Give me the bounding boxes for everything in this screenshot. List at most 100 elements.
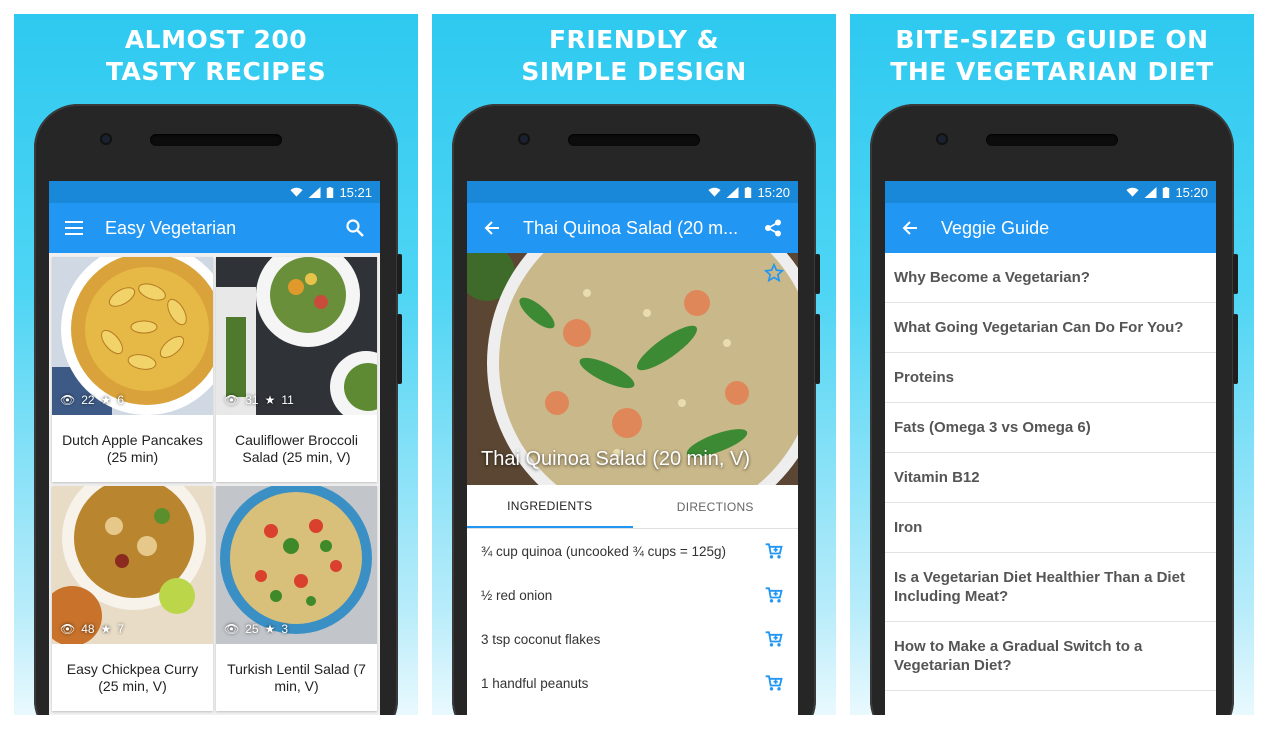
phone-screen: 15:20 Thai Quinoa Salad (20 m... Thai Qu… (467, 181, 798, 715)
front-camera (100, 133, 112, 145)
recipe-name: Dutch Apple Pancakes (25 min) (62, 431, 203, 465)
earpiece-speaker (150, 134, 282, 146)
wifi-icon (708, 187, 721, 197)
phone-frame: 15:21 Easy Vegetarian 👁 22 ★ 6 Dutch App… (34, 104, 402, 715)
promo-panel-recipes: ALMOST 200 TASTY RECIPES 15:21 Easy Vege… (14, 14, 418, 715)
search-icon[interactable] (344, 217, 366, 239)
guide-item[interactable]: Why Become a Vegetarian? (885, 253, 1216, 303)
promo-panel-design: FRIENDLY & SIMPLE DESIGN 15:20 Thai Quin… (432, 14, 836, 715)
recipe-photo (216, 257, 377, 415)
phone-screen: 15:21 Easy Vegetarian 👁 22 ★ 6 Dutch App… (49, 181, 380, 715)
earpiece-speaker (986, 134, 1118, 146)
battery-icon (327, 186, 334, 198)
guide-item[interactable]: Vitamin B12 (885, 453, 1216, 503)
star-icon: ★ (264, 622, 276, 636)
ingredient-row: ½ red onion (467, 573, 798, 617)
ingredient-row: ¾ cup quinoa (uncooked ¾ cups = 125g) (467, 529, 798, 573)
app-bar: Veggie Guide (885, 203, 1216, 253)
app-bar: Thai Quinoa Salad (20 m... (467, 203, 798, 253)
recipe-stats: 👁 22 ★ 6 (60, 393, 125, 407)
ingredient-row: 3 tsp coconut flakes (467, 617, 798, 661)
earpiece-speaker (568, 134, 700, 146)
app-bar: Easy Vegetarian (49, 203, 380, 253)
status-time: 15:20 (1175, 184, 1208, 200)
guide-list: Why Become a Vegetarian? What Going Vege… (885, 253, 1216, 715)
battery-icon (1163, 186, 1170, 198)
back-arrow-icon[interactable] (899, 217, 921, 239)
hero-caption: Thai Quinoa Salad (20 min, V) (481, 448, 751, 470)
recipe-name: Easy Chickpea Curry (25 min, V) (66, 660, 199, 694)
front-camera (936, 133, 948, 145)
add-to-cart-icon[interactable] (764, 541, 784, 561)
signal-icon (726, 186, 739, 198)
recipe-card[interactable]: 👁 25 ★ 3 Turkish Lentil Salad (7 min, V) (216, 486, 377, 711)
recipe-hero-image: Thai Quinoa Salad (20 min, V) (467, 253, 798, 485)
star-icon: ★ (264, 393, 276, 407)
guide-item[interactable]: Proteins (885, 353, 1216, 403)
phone-frame: 15:20 Thai Quinoa Salad (20 m... Thai Qu… (452, 104, 820, 715)
ingredient-text: ¾ cup quinoa (uncooked ¾ cups = 125g) (481, 543, 727, 559)
guide-item-partial[interactable] (885, 691, 1216, 715)
guide-item[interactable]: Iron (885, 503, 1216, 553)
recipe-photo (216, 486, 377, 644)
recipe-card[interactable]: 👁 48 ★ 7 Easy Chickpea Curry (25 min, V) (52, 486, 213, 711)
status-bar: 15:21 (49, 181, 380, 203)
tab-directions[interactable]: DIRECTIONS (633, 485, 799, 528)
signal-icon (308, 186, 321, 198)
power-button (815, 314, 820, 384)
ingredient-text: 1 handful peanuts (481, 675, 589, 691)
guide-item[interactable]: How to Make a Gradual Switch to a Vegeta… (885, 622, 1216, 691)
recipe-name: Cauliflower Broccoli Salad (25 min, V) (235, 431, 358, 465)
volume-button (815, 254, 820, 294)
power-button (1233, 314, 1238, 384)
star-icon: ★ (100, 393, 112, 407)
guide-item[interactable]: Is a Vegetarian Diet Healthier Than a Di… (885, 553, 1216, 622)
eye-icon: 👁 (224, 622, 240, 636)
volume-button (397, 254, 402, 294)
status-time: 15:21 (339, 184, 372, 200)
recipe-card[interactable]: 👁 31 ★ 11 Cauliflower Broccoli Salad (25 m… (216, 257, 377, 482)
recipe-stats: 👁 25 ★ 3 (224, 622, 289, 636)
guide-item[interactable]: Fats (Omega 3 vs Omega 6) (885, 403, 1216, 453)
add-to-cart-icon[interactable] (764, 629, 784, 649)
back-arrow-icon[interactable] (481, 217, 503, 239)
favorite-star-icon[interactable] (764, 263, 784, 283)
signal-icon (1144, 186, 1157, 198)
recipe-title: Thai Quinoa Salad (20 m... (523, 217, 739, 238)
promo-headline: BITE-SIZED GUIDE ON THE VEGETARIAN DIET (890, 25, 1214, 86)
share-icon[interactable] (762, 217, 784, 239)
status-bar: 15:20 (467, 181, 798, 203)
status-bar: 15:20 (885, 181, 1216, 203)
promo-headline: FRIENDLY & SIMPLE DESIGN (521, 25, 747, 86)
guide-item[interactable]: What Going Vegetarian Can Do For You? (885, 303, 1216, 353)
tab-ingredients[interactable]: INGREDIENTS (467, 485, 633, 528)
ingredient-text: 3 tsp coconut flakes (481, 631, 601, 647)
phone-frame: 15:20 Veggie Guide Why Become a Vegetari… (870, 104, 1238, 715)
ingredient-text: ½ red onion (481, 587, 553, 603)
recipe-photo (52, 486, 213, 644)
battery-icon (745, 186, 752, 198)
front-camera (518, 133, 530, 145)
recipe-photo (52, 257, 213, 415)
eye-icon: 👁 (60, 393, 76, 407)
guide-title: Veggie Guide (941, 217, 1050, 238)
app-title: Easy Vegetarian (105, 217, 237, 238)
ingredient-row: 1 handful peanuts (467, 661, 798, 705)
recipe-stats: 👁 31 ★ 11 (224, 393, 294, 407)
recipe-card[interactable]: 👁 22 ★ 6 Dutch Apple Pancakes (25 min) (52, 257, 213, 482)
promo-headline: ALMOST 200 TASTY RECIPES (105, 25, 327, 86)
recipe-stats: 👁 48 ★ 7 (60, 622, 125, 636)
promo-panel-guide: BITE-SIZED GUIDE ON THE VEGETARIAN DIET … (850, 14, 1254, 715)
wifi-icon (1126, 187, 1139, 197)
add-to-cart-icon[interactable] (764, 673, 784, 693)
power-button (397, 314, 402, 384)
recipe-name: Turkish Lentil Salad (7 min, V) (227, 660, 366, 694)
eye-icon: 👁 (60, 622, 76, 636)
status-time: 15:20 (757, 184, 790, 200)
ingredient-list: ¾ cup quinoa (uncooked ¾ cups = 125g) ½ … (467, 529, 798, 715)
recipe-tabs: INGREDIENTS DIRECTIONS (467, 485, 798, 529)
volume-button (1233, 254, 1238, 294)
add-to-cart-icon[interactable] (764, 585, 784, 605)
wifi-icon (290, 187, 303, 197)
menu-icon[interactable] (63, 217, 85, 239)
